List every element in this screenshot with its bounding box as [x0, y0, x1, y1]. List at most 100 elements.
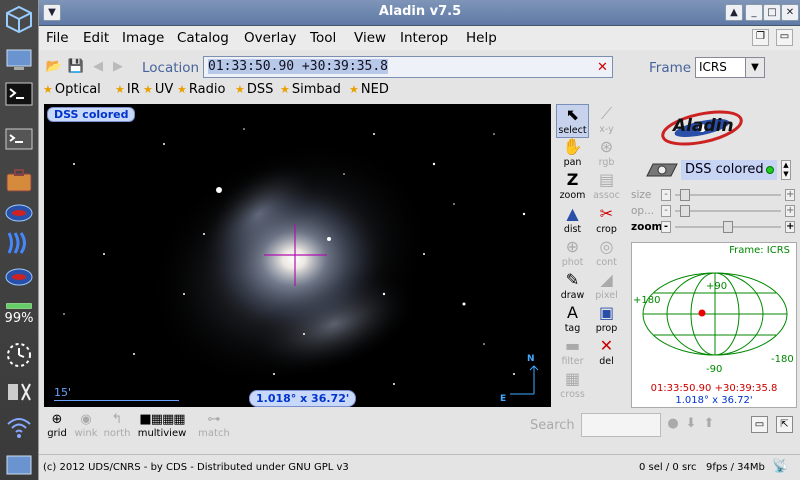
aladin-dock-icon[interactable]	[3, 198, 35, 228]
search-go-icon[interactable]: ●	[665, 416, 681, 432]
tool-pan[interactable]: ✋ pan	[556, 137, 589, 171]
zoom-slider[interactable]: zoom - +	[631, 221, 799, 235]
search-input[interactable]	[581, 413, 661, 437]
opacity-minus-button[interactable]: -	[661, 205, 671, 217]
sky-view[interactable]: DSS colored 15' 1.018° x 36.72' N E	[44, 104, 551, 407]
search-down-icon[interactable]: ⬇	[683, 416, 699, 432]
band-ned[interactable]: ★ NED	[349, 82, 389, 97]
detach-icon[interactable]: ❐	[752, 29, 769, 46]
tool-cross[interactable]: ▦ cross	[556, 369, 589, 403]
star-icon: ★	[177, 83, 187, 96]
aladin-dock-icon-2[interactable]	[3, 262, 35, 292]
tool-phot[interactable]: ⊕ phot	[556, 237, 589, 271]
hand-icon: ✋	[562, 137, 583, 156]
size-thumb[interactable]	[679, 189, 690, 201]
tool-pixel[interactable]: ◢ pixel	[590, 270, 623, 304]
settings-tools-icon[interactable]	[3, 377, 35, 407]
window-icon[interactable]: ▭	[751, 416, 768, 433]
tool-del[interactable]: ✕ del	[590, 336, 623, 370]
menu-edit[interactable]: Edit	[83, 30, 109, 46]
tool-crop[interactable]: ✂ crop	[590, 204, 623, 238]
cube-app-icon[interactable]	[3, 4, 35, 34]
terminal-icon-2[interactable]	[3, 125, 35, 155]
briefcase-icon[interactable]	[3, 165, 35, 195]
band-uv[interactable]: ★ UV	[143, 82, 173, 97]
band-dss[interactable]: ★ DSS	[235, 82, 273, 97]
band-optical[interactable]: ★ Optical	[43, 82, 101, 97]
menu-tool[interactable]: Tool	[310, 30, 336, 46]
allsky-overview[interactable]: Frame: ICRS +90 -90 +180 -180 01:33:50.9…	[631, 242, 797, 408]
zoom-plus-button[interactable]: +	[785, 221, 795, 233]
size-track[interactable]	[675, 194, 781, 196]
band-simbad[interactable]: ★ Simbad	[280, 82, 341, 97]
location-toolbar: 📂 💾 ◀ ▶ Location 01:33:50.90 +30:39:35.8…	[39, 54, 800, 80]
monitor-app-icon[interactable]	[3, 45, 35, 75]
menu-help[interactable]: Help	[466, 30, 497, 46]
save-icon[interactable]: 💾	[67, 58, 85, 76]
layer-scroll-icon[interactable]: ▲ ▼	[781, 160, 791, 180]
maximize-button[interactable]: □	[763, 4, 781, 21]
opacity-plus-button[interactable]: +	[785, 205, 795, 217]
tool-xy[interactable]: ⟋ x-y	[590, 104, 623, 138]
layer-eye-icon[interactable]	[645, 162, 679, 178]
band-radio[interactable]: ★ Radio	[177, 82, 225, 97]
grid-button[interactable]: ⊕ grid	[44, 412, 70, 439]
desktop-icon[interactable]	[3, 450, 35, 480]
zoom-minus-button[interactable]: -	[661, 221, 671, 233]
fov-label: 1.018° x 36.72'	[249, 390, 357, 407]
tool-prop[interactable]: ▣ prop	[590, 303, 623, 337]
wireless-signal-icon[interactable]	[3, 228, 35, 258]
zoom-thumb[interactable]	[723, 221, 733, 233]
layer-name[interactable]: DSS colored	[681, 160, 777, 180]
close-button[interactable]: ✕	[781, 4, 799, 21]
forward-icon[interactable]: ▶	[109, 58, 127, 76]
menu-file[interactable]: File	[46, 30, 69, 46]
back-icon[interactable]: ◀	[89, 58, 107, 76]
tool-select[interactable]: ⬉ select	[556, 104, 589, 138]
clock-icon[interactable]	[3, 340, 35, 370]
export-icon[interactable]: ⇱	[776, 416, 793, 433]
menu-view[interactable]: View	[354, 30, 386, 46]
menu-overlay[interactable]: Overlay	[244, 30, 296, 46]
satellite-dish-icon[interactable]: 📡	[772, 459, 792, 477]
allsky-coordinates: 01:33:50.90 +30:39:35.8	[650, 383, 778, 394]
match-button[interactable]: ⊶ match	[194, 412, 234, 439]
wink-button[interactable]: ◉ wink	[72, 412, 100, 439]
zoom-icon: Z	[566, 170, 579, 189]
search-up-icon[interactable]: ⬆	[701, 416, 717, 432]
opacity-slider[interactable]: op... - +	[631, 205, 799, 219]
clear-location-icon[interactable]: ✕	[597, 60, 608, 75]
multiview-button[interactable]: ■▦▦▦ multiview	[134, 412, 190, 439]
chevron-down-icon[interactable]: ▼	[745, 57, 765, 78]
tool-draw[interactable]: ✎ draw	[556, 270, 589, 304]
tool-rgb[interactable]: ⊛ rgb	[590, 137, 623, 171]
shade-button[interactable]: ▲	[725, 4, 743, 21]
allsky-fov: 1.018° x 36.72'	[675, 395, 753, 406]
north-button[interactable]: ↰ north	[102, 412, 132, 439]
minimize-button[interactable]: _	[745, 4, 763, 21]
tool-tag[interactable]: Atag	[556, 303, 589, 337]
opacity-track[interactable]	[675, 210, 781, 212]
title-bar[interactable]: ▼ Aladin v7.5 ▲ _ □ ✕	[39, 0, 800, 26]
tool-assoc[interactable]: ▤ assoc	[590, 170, 623, 204]
open-folder-icon[interactable]: 📂	[45, 58, 63, 76]
band-ir[interactable]: ★ IR	[115, 82, 140, 97]
cursor-icon: ⬉	[565, 105, 580, 124]
menu-image[interactable]: Image	[122, 30, 164, 46]
size-plus-button[interactable]: +	[785, 189, 795, 201]
opacity-thumb[interactable]	[679, 205, 690, 217]
screen: 99% ▼ Aladin v7.5 ▲ _ □ ✕ File Edit Imag…	[0, 0, 800, 480]
menu-interop[interactable]: Interop	[400, 30, 448, 46]
tool-dist[interactable]: ▲ dist	[556, 204, 589, 238]
terminal-icon[interactable]	[3, 80, 35, 110]
tool-zoom[interactable]: Zzoom	[556, 170, 589, 204]
size-slider[interactable]: size - +	[631, 189, 799, 203]
size-minus-button[interactable]: -	[661, 189, 671, 201]
wifi-icon[interactable]	[3, 412, 35, 442]
location-input[interactable]: 01:33:50.90 +30:39:35.8	[203, 56, 613, 78]
fullscreen-icon[interactable]: ▭	[776, 29, 793, 46]
battery-icon	[6, 303, 32, 309]
tool-cont[interactable]: ◎ cont	[590, 237, 623, 271]
tool-filter[interactable]: ▬ filter	[556, 336, 589, 370]
menu-catalog[interactable]: Catalog	[177, 30, 229, 46]
